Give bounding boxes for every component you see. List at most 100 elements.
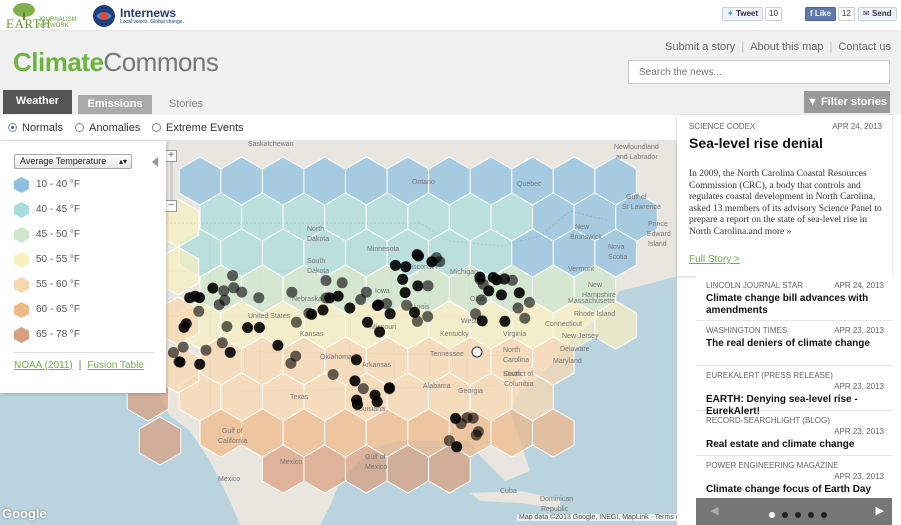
story-item[interactable]: RECORD-SEARCHLIGHT (BLOG) APR 23, 2013 Rea… — [696, 411, 892, 456]
story-marker[interactable] — [242, 322, 254, 334]
story-item[interactable]: EUREKALERT (PRESS RELEASE) APR 23, 2013 EA… — [696, 366, 892, 417]
story-marker[interactable] — [216, 337, 228, 349]
search-input[interactable] — [628, 60, 890, 84]
story-marker[interactable] — [194, 358, 206, 370]
pager-dot[interactable] — [821, 512, 827, 518]
zoom-in-button[interactable]: + — [165, 150, 177, 162]
story-marker[interactable] — [218, 285, 230, 297]
internews-logo[interactable]: Internews Local voices. Global change. — [92, 4, 184, 28]
story-marker[interactable] — [450, 412, 462, 424]
pager-dot[interactable] — [808, 512, 814, 518]
story-marker[interactable] — [290, 316, 302, 328]
radio-anomalies[interactable]: Anomalies — [75, 122, 140, 134]
story-marker[interactable] — [317, 304, 329, 316]
story-marker[interactable] — [178, 321, 190, 333]
story-marker[interactable] — [253, 322, 265, 333]
story-marker[interactable] — [523, 296, 535, 308]
story-marker[interactable] — [349, 375, 361, 387]
featured-title[interactable]: Sea-level rise denial — [689, 135, 823, 151]
story-item[interactable]: POWER ENGINEERING MAGAZINE APR 23, 2013 Cl… — [696, 456, 892, 498]
story-marker[interactable] — [177, 341, 189, 353]
story-marker[interactable] — [362, 316, 373, 328]
legend-collapse-arrow-icon[interactable] — [152, 157, 158, 167]
story-marker[interactable] — [422, 280, 434, 292]
site-brand[interactable]: ClimateCommons — [13, 47, 219, 78]
tab-stories[interactable]: Stories — [158, 95, 214, 114]
source-fusion-table-link[interactable]: Fusion Table — [87, 360, 144, 371]
story-marker[interactable] — [327, 369, 339, 380]
story-marker[interactable] — [320, 292, 332, 304]
story-marker[interactable] — [374, 326, 386, 338]
nav-about-map[interactable]: About this map — [750, 41, 823, 53]
story-marker[interactable] — [344, 302, 356, 314]
map-credit[interactable]: Map data ©2013 Google, INEGI, MapLink · … — [517, 514, 698, 521]
tab-emissions[interactable]: Emissions — [78, 95, 152, 114]
story-marker[interactable] — [290, 350, 302, 362]
featured-story[interactable]: SCIENCE CODEX APR 24, 2013 Sea-level ris… — [677, 115, 892, 276]
story-title[interactable]: Real estate and climate change — [706, 439, 882, 451]
pager-dot[interactable] — [795, 512, 801, 518]
variable-select[interactable]: Average Temperature ▴▾ — [14, 154, 132, 169]
story-marker[interactable] — [399, 287, 411, 299]
story-marker[interactable] — [357, 383, 369, 395]
story-marker[interactable] — [431, 252, 442, 264]
nav-submit-story[interactable]: Submit a story — [665, 41, 735, 53]
story-marker[interactable] — [476, 294, 487, 306]
story-marker[interactable] — [389, 259, 401, 271]
zoom-slider-track[interactable] — [170, 162, 173, 200]
story-marker[interactable] — [384, 308, 396, 320]
story-marker[interactable] — [306, 308, 318, 320]
story-marker[interactable] — [383, 383, 395, 395]
story-marker[interactable] — [401, 299, 413, 311]
story-marker[interactable] — [320, 275, 332, 286]
story-marker[interactable] — [513, 287, 525, 299]
story-marker[interactable] — [350, 354, 362, 366]
pager-prev-icon[interactable]: ◀ — [710, 504, 718, 517]
send-button[interactable]: ✉ Send — [858, 7, 897, 21]
tweet-button[interactable]: ✦ Tweet — [722, 7, 764, 21]
story-marker[interactable] — [286, 286, 298, 298]
story-marker[interactable] — [451, 441, 463, 453]
story-marker[interactable] — [272, 339, 284, 351]
story-marker[interactable] — [224, 346, 236, 358]
story-marker[interactable] — [369, 389, 381, 401]
story-marker[interactable] — [499, 315, 511, 327]
source-noaa-link[interactable]: NOAA (2011) — [14, 360, 73, 371]
nav-contact[interactable]: Contact us — [838, 41, 891, 53]
story-marker[interactable] — [397, 273, 409, 285]
tab-weather[interactable]: Weather — [3, 90, 72, 114]
story-marker[interactable] — [336, 277, 348, 289]
zoom-out-button[interactable]: − — [165, 200, 177, 212]
story-marker[interactable] — [400, 261, 412, 273]
selected-story-marker[interactable] — [471, 346, 483, 358]
story-marker[interactable] — [253, 292, 265, 304]
story-marker[interactable] — [413, 250, 424, 262]
story-marker[interactable] — [221, 321, 233, 332]
story-title[interactable]: Climate change bill advances with amendm… — [706, 293, 882, 317]
like-button[interactable]: f Like — [805, 7, 836, 21]
story-item[interactable]: LINCOLN JOURNAL STAR APR 24, 2013 Climate … — [696, 276, 892, 321]
pager-next-icon[interactable]: ▶ — [876, 504, 884, 517]
radio-normals[interactable]: Normals — [8, 122, 63, 134]
earth-journalism-logo[interactable]: EARTH JOURNALISM NETWORK — [6, 2, 84, 31]
story-marker[interactable] — [351, 394, 363, 406]
story-marker[interactable] — [467, 412, 479, 424]
pager-dot[interactable] — [769, 512, 775, 518]
pager-dot[interactable] — [782, 512, 788, 518]
story-title[interactable]: Climate change focus of Earth Day — [706, 484, 882, 496]
full-story-link[interactable]: Full Story > — [689, 254, 740, 265]
story-title[interactable]: The real deniers of climate change — [706, 338, 882, 350]
filter-stories-button[interactable]: ▼ Filter stories — [804, 91, 890, 113]
story-marker[interactable] — [236, 286, 248, 298]
story-marker[interactable] — [360, 286, 372, 298]
story-marker[interactable] — [476, 315, 488, 327]
story-marker[interactable] — [227, 270, 239, 282]
story-marker[interactable] — [474, 273, 486, 285]
story-marker[interactable] — [470, 429, 482, 441]
story-marker[interactable] — [219, 294, 231, 306]
radio-extreme-events[interactable]: Extreme Events — [152, 122, 244, 134]
story-marker[interactable] — [519, 312, 531, 324]
story-item[interactable]: WASHINGTON TIMES APR 23, 2013 The real den… — [696, 321, 892, 366]
story-marker[interactable] — [189, 290, 201, 302]
story-marker[interactable] — [422, 311, 434, 322]
